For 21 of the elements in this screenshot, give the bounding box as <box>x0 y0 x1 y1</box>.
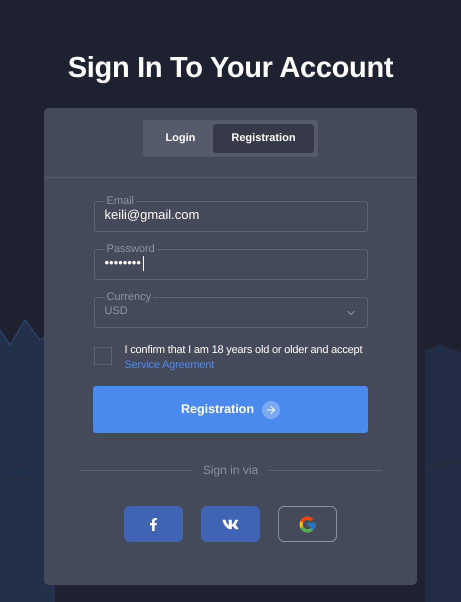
input-field[interactable]: Email keili@gmail.com <box>94 196 368 232</box>
facebook-button[interactable] <box>124 506 183 542</box>
google-icon <box>298 514 317 534</box>
input-field[interactable]: Password •••••••• <box>94 244 368 280</box>
agreement-text: I confirm that I am 18 years old or older and accept Service Agreement <box>124 343 364 373</box>
field-label: Password <box>106 244 156 255</box>
arrow-right-icon <box>262 400 280 418</box>
field-label: Email <box>106 196 136 207</box>
vk-button[interactable] <box>201 506 260 542</box>
field-value: keili@gmail.com <box>104 207 200 223</box>
field-label: Currency <box>106 292 152 303</box>
sign-in-via-label: Sign in via <box>202 462 258 479</box>
facebook-icon <box>147 518 160 530</box>
tab[interactable]: Login <box>147 124 214 153</box>
google-button[interactable] <box>278 506 337 542</box>
page-title: Sign In To Your Account <box>68 51 394 86</box>
field-value: •••••••• <box>104 255 141 271</box>
registration-button[interactable]: Registration <box>93 386 368 433</box>
checkbox[interactable] <box>94 347 112 365</box>
tab[interactable]: Registration <box>213 124 314 153</box>
field-value: USD <box>104 304 128 319</box>
